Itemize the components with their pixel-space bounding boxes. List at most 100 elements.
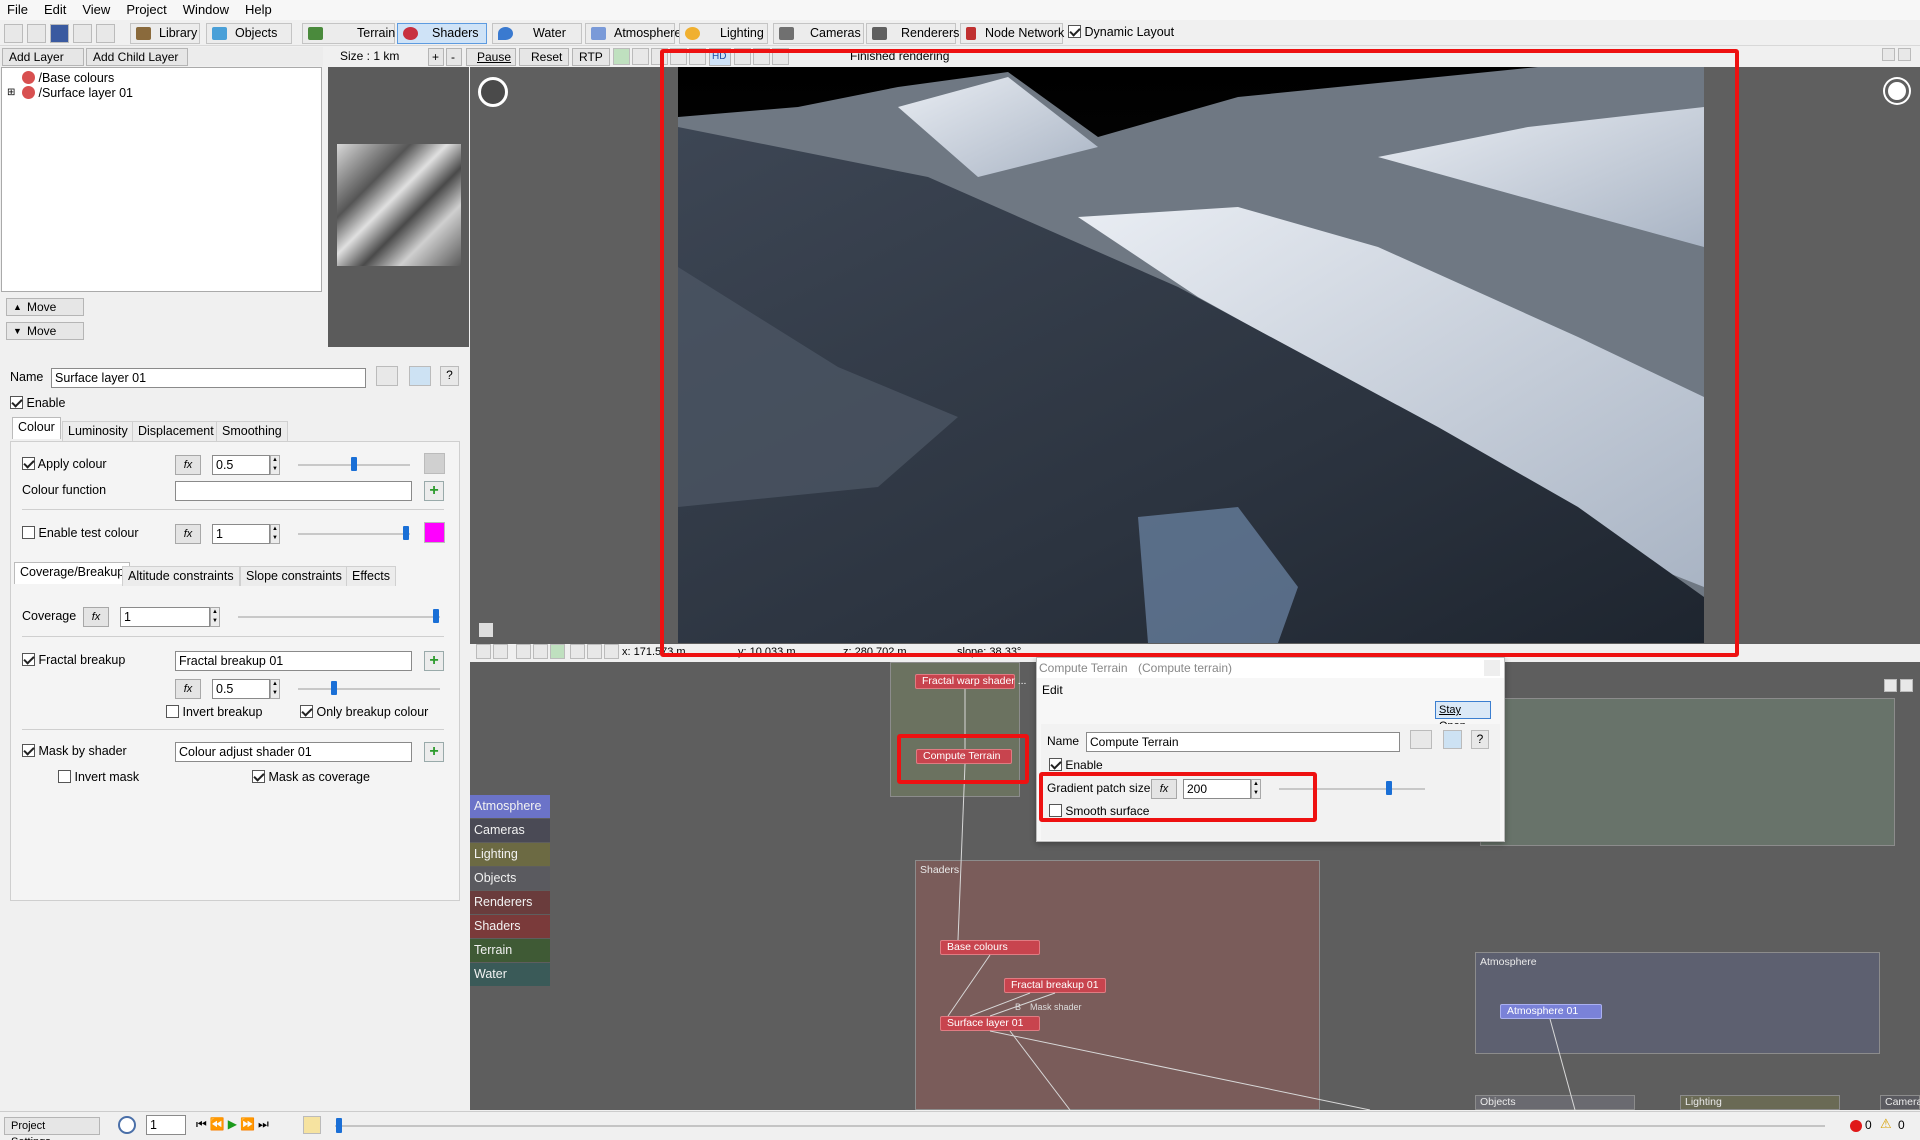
toolbar-terrain-button[interactable]: Terrain — [302, 23, 395, 44]
crop-icon[interactable] — [734, 48, 751, 65]
prev-frame-icon[interactable]: ⏪ — [210, 1117, 228, 1131]
timeline-thumb[interactable] — [336, 1118, 342, 1133]
dynamic-layout-toggle[interactable]: Dynamic Layout — [1068, 25, 1174, 39]
enable-checkbox[interactable] — [10, 396, 23, 409]
category-objects[interactable]: Objects — [470, 867, 550, 890]
colour-function-field[interactable] — [175, 481, 412, 501]
spinner-arrows-icon[interactable]: ▲ ▼ — [270, 455, 280, 475]
menu-window[interactable]: Window — [176, 0, 238, 17]
coverage-slider[interactable] — [238, 616, 440, 618]
tab-altitude-constraints[interactable]: Altitude constraints — [122, 566, 240, 586]
atmosphere-toggle-icon[interactable] — [670, 48, 687, 65]
menu-file[interactable]: File — [0, 0, 37, 17]
tab-luminosity[interactable]: Luminosity — [62, 421, 134, 441]
play-icon[interactable]: ▶ — [228, 1117, 240, 1131]
apply-colour-value[interactable]: 0.5 — [212, 455, 270, 475]
window-icon[interactable] — [1443, 730, 1462, 749]
invert-mask-checkbox[interactable] — [58, 770, 71, 783]
menu-edit[interactable]: Edit — [37, 0, 75, 17]
expand-view-icon[interactable] — [479, 623, 493, 637]
restore-panel-icon[interactable] — [1882, 48, 1895, 61]
photo-icon[interactable] — [533, 644, 548, 659]
next-frame-icon[interactable]: ⏩ — [240, 1117, 258, 1131]
shader-name-field[interactable]: Surface layer 01 — [51, 368, 366, 388]
refresh-icon[interactable] — [550, 644, 565, 659]
pause-button[interactable]: Pause — [466, 48, 516, 66]
timeline-slider[interactable] — [335, 1125, 1825, 1127]
sun-icon[interactable] — [1885, 79, 1909, 103]
invert-breakup-checkbox[interactable] — [166, 705, 179, 718]
invert-breakup-toggle[interactable]: Invert breakup — [166, 705, 262, 719]
function-icon[interactable]: fx — [175, 679, 201, 699]
add-function-icon[interactable]: + — [424, 651, 444, 671]
toolbar-node-network-button[interactable]: Node Network — [960, 23, 1064, 44]
category-terrain[interactable]: Terrain — [470, 939, 550, 962]
toolbar-water-button[interactable]: Water — [492, 23, 582, 44]
zoom-in-button[interactable]: + — [428, 48, 444, 66]
colour-swatch-magenta[interactable] — [424, 522, 445, 543]
spinner-arrows-icon[interactable]: ▲ ▼ — [210, 607, 220, 627]
export-icon[interactable] — [96, 24, 115, 43]
tab-effects[interactable]: Effects — [346, 566, 396, 586]
popup-edit-menu[interactable]: Edit — [1042, 683, 1063, 697]
function-icon[interactable]: fx — [175, 524, 201, 544]
function-icon[interactable]: fx — [83, 607, 109, 627]
smooth-surface-toggle[interactable]: Smooth surface — [1049, 804, 1149, 818]
lock-icon[interactable] — [772, 48, 789, 65]
colour-swatch-grey[interactable] — [424, 453, 445, 474]
add-function-icon[interactable]: + — [424, 742, 444, 762]
window-icon[interactable] — [409, 366, 431, 386]
playback-controls[interactable]: ⏮⏪▶⏩⏭ — [196, 1117, 272, 1132]
slider-thumb[interactable] — [403, 526, 409, 540]
category-renderers[interactable]: Renderers — [470, 891, 550, 914]
project-settings-button[interactable]: Project Settings... — [4, 1117, 100, 1140]
only-breakup-colour-toggle[interactable]: Only breakup colour — [300, 705, 428, 719]
tab-displacement[interactable]: Displacement — [132, 421, 220, 441]
render-viewport[interactable] — [470, 67, 1920, 644]
zoom-out-button[interactable]: - — [446, 48, 462, 66]
spinner-arrows-icon[interactable]: ▲ ▼ — [270, 524, 280, 544]
close-panel-icon[interactable] — [1898, 48, 1911, 61]
frame-number-field[interactable]: 1 — [146, 1115, 186, 1135]
slider-thumb[interactable] — [433, 609, 439, 623]
last-frame-icon[interactable]: ⏭ — [258, 1117, 272, 1131]
save-project-icon[interactable] — [50, 24, 69, 43]
tab-colour[interactable]: Colour — [12, 417, 61, 439]
toolbar-atmosphere-button[interactable]: Atmosphere — [585, 23, 681, 44]
slider-thumb[interactable] — [351, 457, 357, 471]
move-down-button[interactable]: ▼ Move — [6, 322, 84, 340]
tab-smoothing[interactable]: Smoothing — [216, 421, 288, 441]
toolbar-cameras-button[interactable]: Cameras — [773, 23, 864, 44]
test-colour-value[interactable]: 1 — [212, 524, 270, 544]
toolbar-objects-button[interactable]: Objects — [206, 23, 292, 44]
test-colour-slider[interactable] — [298, 533, 410, 535]
invert-mask-toggle[interactable]: Invert mask — [58, 770, 139, 784]
tab-coverage-breakup[interactable]: Coverage/Breakup — [14, 562, 131, 584]
add-layer-button[interactable]: Add Layer — [2, 48, 84, 66]
enable-toggle[interactable]: Enable — [10, 396, 65, 410]
subdivision-icon[interactable] — [689, 48, 706, 65]
slider-thumb[interactable] — [331, 681, 337, 695]
popup-name-field[interactable]: Compute Terrain — [1086, 732, 1400, 752]
landscape-icon[interactable] — [493, 644, 508, 659]
close-icon[interactable] — [1484, 660, 1500, 676]
render-globe-icon[interactable] — [613, 48, 630, 65]
toolbar-lighting-button[interactable]: Lighting — [679, 23, 768, 44]
apply-colour-checkbox[interactable] — [22, 457, 35, 470]
tab-slope-constraints[interactable]: Slope constraints — [240, 566, 348, 586]
mask-as-coverage-checkbox[interactable] — [252, 770, 265, 783]
apply-colour-toggle[interactable]: Apply colour — [22, 457, 107, 471]
category-atmosphere[interactable]: Atmosphere — [470, 795, 550, 818]
first-frame-icon[interactable]: ⏮ — [196, 1117, 210, 1131]
breakup-amount-value[interactable]: 0.5 — [212, 679, 270, 699]
function-icon[interactable]: fx — [1151, 779, 1177, 799]
camera-orbit-icon[interactable] — [478, 77, 508, 107]
fractal-breakup-checkbox[interactable] — [22, 653, 35, 666]
spinner-arrows-icon[interactable]: ▲ ▼ — [1251, 779, 1261, 799]
gradient-patch-slider[interactable] — [1279, 788, 1425, 790]
enable-test-colour-toggle[interactable]: Enable test colour — [22, 526, 139, 540]
help-icon[interactable]: ? — [440, 366, 459, 386]
layer-item-surface-layer[interactable]: /Surface layer 01 — [22, 86, 133, 100]
mask-by-shader-checkbox[interactable] — [22, 744, 35, 757]
menu-view[interactable]: View — [75, 0, 119, 17]
